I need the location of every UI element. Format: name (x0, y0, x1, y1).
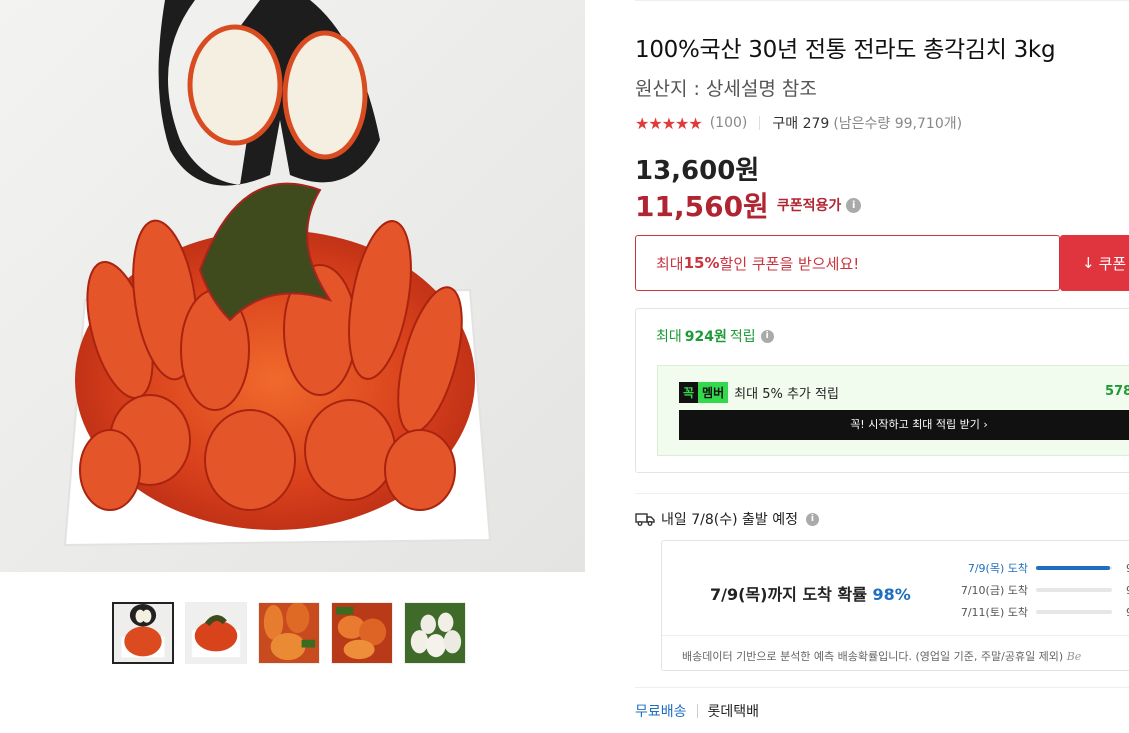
info-icon[interactable]: i (760, 329, 774, 343)
arrival-bar-fill (1036, 566, 1111, 570)
arrival-bar (1036, 588, 1112, 592)
truck-icon (635, 513, 655, 526)
coupon-text-prefix: 최대 (656, 254, 684, 273)
arrival-headline: 7/9(목)까지 도착 확률 98% (710, 581, 911, 605)
divider (759, 116, 761, 130)
divider (662, 635, 1129, 636)
original-price: 13,600원 (635, 156, 760, 186)
divider (635, 493, 1129, 494)
shipping-eta-row: 내일 7/8(수) 출발 예정 i (635, 509, 819, 529)
member-row: 꼭 멤버 최대 5% 추가 적립 (679, 382, 839, 403)
member-points-amount: 578 (1105, 384, 1129, 399)
points-title: 최대 924원 적립 i (656, 326, 774, 346)
product-info-panel: 100%국산 30년 전통 전라도 총각김치 3kg 원산지 : 상세설명 참조… (635, 0, 1129, 733)
rating-row: ★★★★★ (100) 구매 279 (남은수량 99,710개) (635, 113, 962, 133)
kkok-badge: 꼭 (679, 382, 699, 403)
arrival-bar (1036, 566, 1112, 570)
info-icon[interactable]: i (805, 512, 819, 526)
shipping-eta: 내일 7/8(수) 출발 예정 (661, 512, 798, 528)
remaining-stock: (남은수량 99,710개) (833, 116, 963, 132)
download-icon: ↓ (1082, 254, 1095, 272)
thumbnail-1[interactable] (112, 602, 174, 664)
arrival-percent: 98% (872, 585, 911, 604)
sale-price: 11,560원 (635, 190, 769, 223)
star-rating-icon: ★★★★★ (635, 113, 703, 133)
thumbnail-5[interactable] (404, 602, 466, 664)
arrival-note: 배송데이터 기반으로 분석한 예측 배송확률입니다. (영업일 기준, 주말/공… (682, 648, 1081, 664)
coupon-download-button[interactable]: ↓ 쿠폰 (1060, 235, 1129, 291)
arrival-date-label: 7/10(금) 도착 (960, 584, 1028, 597)
divider (635, 687, 1129, 688)
points-prefix: 최대 (656, 329, 682, 345)
coupon-text-suffix: 할인 쿠폰을 받으세요! (719, 254, 860, 273)
points-suffix: 적립 (729, 329, 756, 345)
arrival-note-brand: Be (1066, 650, 1082, 663)
free-shipping-label: 무료배송 (635, 704, 687, 720)
sale-price-row: 11,560원 쿠폰적용가 i (635, 185, 862, 225)
shipping-method-row: 무료배송 롯데택배 (635, 701, 759, 721)
member-benefit-text: 최대 5% 추가 적립 (734, 387, 839, 402)
thumbnail-4[interactable] (331, 602, 393, 664)
arrival-probability-box: 7/9(목)까지 도착 확률 98% 7/9(목) 도착97/10(금) 도착9… (661, 540, 1129, 671)
purchase-count: 구매 279 (772, 116, 830, 132)
product-origin: 원산지 : 상세설명 참조 (635, 78, 817, 100)
info-icon[interactable]: i (846, 197, 862, 213)
coupon-price-label: 쿠폰적용가 (776, 198, 842, 214)
member-badge: 멤버 (698, 382, 729, 403)
thumbnail-3[interactable] (258, 602, 320, 664)
arrival-note-text: 배송데이터 기반으로 분석한 예측 배송확률입니다. (영업일 기준, 주말/공… (682, 650, 1064, 663)
points-box: 최대 924원 적립 i 꼭 멤버 최대 5% 추가 적립 578 꼭! 시작하… (635, 308, 1129, 473)
review-count-link[interactable]: (100) (710, 115, 748, 131)
arrival-bar (1036, 610, 1112, 614)
courier-name: 롯데택배 (707, 704, 760, 720)
thumbnail-strip (112, 602, 466, 664)
arrival-date-label: 7/11(토) 도착 (960, 606, 1028, 619)
coupon-percent: 15% (683, 254, 720, 272)
arrival-row: 7/11(토) 도착9 (942, 601, 1129, 623)
main-product-image[interactable] (0, 0, 585, 572)
coupon-button-label: 쿠폰 (1098, 254, 1127, 273)
thumbnail-2[interactable] (185, 602, 247, 664)
divider (696, 704, 698, 718)
arrival-headline-text: 7/9(목)까지 도착 확률 (710, 585, 867, 604)
member-benefit-box: 꼭 멤버 최대 5% 추가 적립 578 꼭! 시작하고 최대 적립 받기 › (657, 365, 1129, 456)
points-amount: 924원 (684, 329, 727, 345)
arrival-distribution: 7/9(목) 도착97/10(금) 도착97/11(토) 도착9 (942, 557, 1129, 623)
member-signup-button[interactable]: 꼭! 시작하고 최대 적립 받기 › (679, 410, 1129, 440)
divider (635, 0, 1129, 1)
arrival-date-label: 7/9(목) 도착 (967, 562, 1028, 575)
arrival-row: 7/10(금) 도착9 (942, 579, 1129, 601)
coupon-banner[interactable]: 최대 15% 할인 쿠폰을 받으세요! (635, 235, 1060, 291)
product-title: 100%국산 30년 전통 전라도 총각김치 3kg (635, 37, 1056, 63)
arrival-row: 7/9(목) 도착9 (942, 557, 1129, 579)
